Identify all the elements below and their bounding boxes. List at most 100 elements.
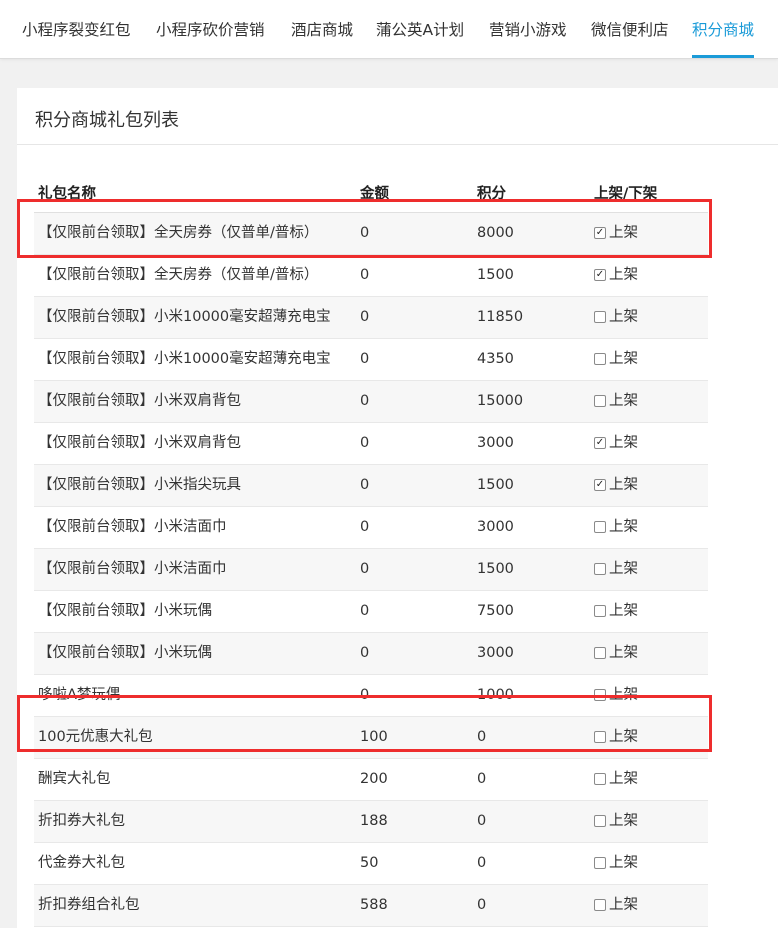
tab-marketing-games[interactable]: 营销小游戏 [489,0,567,58]
listing-toggle[interactable]: 上架 [594,255,638,297]
table-row: 【仅限前台领取】小米双肩背包 0 15000 上架 [34,381,708,423]
table-row: 【仅限前台领取】小米指尖玩具 0 1500 上架 [34,465,708,507]
table-row: 【仅限前台领取】全天房券（仅普单/普标） 0 1500 上架 [34,255,708,297]
highlight-box-top [17,199,712,258]
listed-label: 上架 [609,267,638,283]
listed-checkbox[interactable] [594,856,606,869]
top-navigation: 小程序裂变红包 小程序砍价营销 酒店商城 蒲公英A计划 营销小游戏 微信便利店 … [0,0,778,59]
gift-amount: 0 [360,267,370,283]
listed-checkbox[interactable] [594,268,606,281]
gift-points: 3000 [477,645,514,661]
highlight-box-bottom [17,695,712,752]
listing-toggle[interactable]: 上架 [594,885,638,927]
gift-name: 【仅限前台领取】小米指尖玩具 [38,477,241,493]
listed-checkbox[interactable] [594,478,606,491]
gift-amount: 200 [360,771,388,787]
gift-name: 【仅限前台领取】全天房券（仅普单/普标） [38,267,319,283]
listing-toggle[interactable]: 上架 [594,759,638,801]
listed-label: 上架 [609,771,638,787]
gift-name: 【仅限前台领取】小米玩偶 [38,645,212,661]
gift-name: 折扣券大礼包 [38,813,125,829]
gift-name: 折扣券组合礼包 [38,897,140,913]
table-row: 折扣券组合礼包 588 0 上架 [34,885,708,927]
gift-points: 0 [477,813,487,829]
listed-label: 上架 [609,477,638,493]
listed-label: 上架 [609,309,638,325]
listing-toggle[interactable]: 上架 [594,297,638,339]
listed-checkbox[interactable] [594,436,606,449]
listing-toggle[interactable]: 上架 [594,843,638,885]
listing-toggle[interactable]: 上架 [594,591,638,633]
gift-amount: 0 [360,309,370,325]
tab-wechat-store[interactable]: 微信便利店 [591,0,669,58]
tab-dandelion-plan[interactable]: 蒲公英A计划 [376,0,464,58]
listing-toggle[interactable]: 上架 [594,801,638,843]
gift-points: 3000 [477,435,514,451]
listed-checkbox[interactable] [594,772,606,785]
card-title: 积分商城礼包列表 [35,110,179,131]
tab-red-packet[interactable]: 小程序裂变红包 [22,0,131,58]
tab-points-mall[interactable]: 积分商城 [692,0,755,58]
gift-amount: 0 [360,435,370,451]
listing-toggle[interactable]: 上架 [594,339,638,381]
listed-checkbox[interactable] [594,394,606,407]
table-row: 【仅限前台领取】小米双肩背包 0 3000 上架 [34,423,708,465]
table-row: 【仅限前台领取】小米玩偶 0 7500 上架 [34,591,708,633]
listed-checkbox[interactable] [594,520,606,533]
gift-points: 3000 [477,519,514,535]
gift-points: 0 [477,855,487,871]
listed-label: 上架 [609,897,638,913]
gift-name: 酬宾大礼包 [38,771,111,787]
listed-checkbox[interactable] [594,898,606,911]
gift-amount: 0 [360,519,370,535]
listed-label: 上架 [609,435,638,451]
listed-label: 上架 [609,603,638,619]
gift-amount: 0 [360,393,370,409]
tab-bargain[interactable]: 小程序砍价营销 [156,0,265,58]
listing-toggle[interactable]: 上架 [594,423,638,465]
listed-checkbox[interactable] [594,646,606,659]
gift-points: 1500 [477,477,514,493]
listed-checkbox[interactable] [594,604,606,617]
listed-label: 上架 [609,855,638,871]
table-row: 【仅限前台领取】小米洁面巾 0 3000 上架 [34,507,708,549]
tab-hotel-mall[interactable]: 酒店商城 [291,0,353,58]
gift-amount: 0 [360,477,370,493]
listing-toggle[interactable]: 上架 [594,549,638,591]
listing-toggle[interactable]: 上架 [594,633,638,675]
listed-checkbox[interactable] [594,814,606,827]
gift-amount: 0 [360,351,370,367]
listing-toggle[interactable]: 上架 [594,507,638,549]
title-divider [17,144,778,145]
gift-points: 7500 [477,603,514,619]
gift-name: 【仅限前台领取】小米玩偶 [38,603,212,619]
gift-name: 【仅限前台领取】小米双肩背包 [38,393,241,409]
table-row: 【仅限前台领取】小米玩偶 0 3000 上架 [34,633,708,675]
listed-checkbox[interactable] [594,352,606,365]
listed-label: 上架 [609,645,638,661]
gift-table: 礼包名称 金额 积分 上架/下架 【仅限前台领取】全天房券（仅普单/普标） 0 80… [34,182,708,927]
table-row: 酬宾大礼包 200 0 上架 [34,759,708,801]
table-row: 【仅限前台领取】小米10000毫安超薄充电宝 0 4350 上架 [34,339,708,381]
listed-checkbox[interactable] [594,310,606,323]
gift-points: 1500 [477,267,514,283]
listed-label: 上架 [609,813,638,829]
gift-points: 0 [477,897,487,913]
gift-name: 【仅限前台领取】小米双肩背包 [38,435,241,451]
gift-points: 11850 [477,309,524,325]
listing-toggle[interactable]: 上架 [594,381,638,423]
gift-name: 代金券大礼包 [38,855,125,871]
table-row: 【仅限前台领取】小米洁面巾 0 1500 上架 [34,549,708,591]
gift-amount: 50 [360,855,379,871]
table-row: 折扣券大礼包 188 0 上架 [34,801,708,843]
gift-name: 【仅限前台领取】小米10000毫安超薄充电宝 [38,309,331,325]
table-row: 【仅限前台领取】小米10000毫安超薄充电宝 0 11850 上架 [34,297,708,339]
listed-label: 上架 [609,561,638,577]
listing-toggle[interactable]: 上架 [594,465,638,507]
gift-points: 1500 [477,561,514,577]
gift-points: 4350 [477,351,514,367]
gift-name: 【仅限前台领取】小米洁面巾 [38,561,227,577]
gift-amount: 0 [360,561,370,577]
gift-amount: 0 [360,645,370,661]
listed-checkbox[interactable] [594,562,606,575]
